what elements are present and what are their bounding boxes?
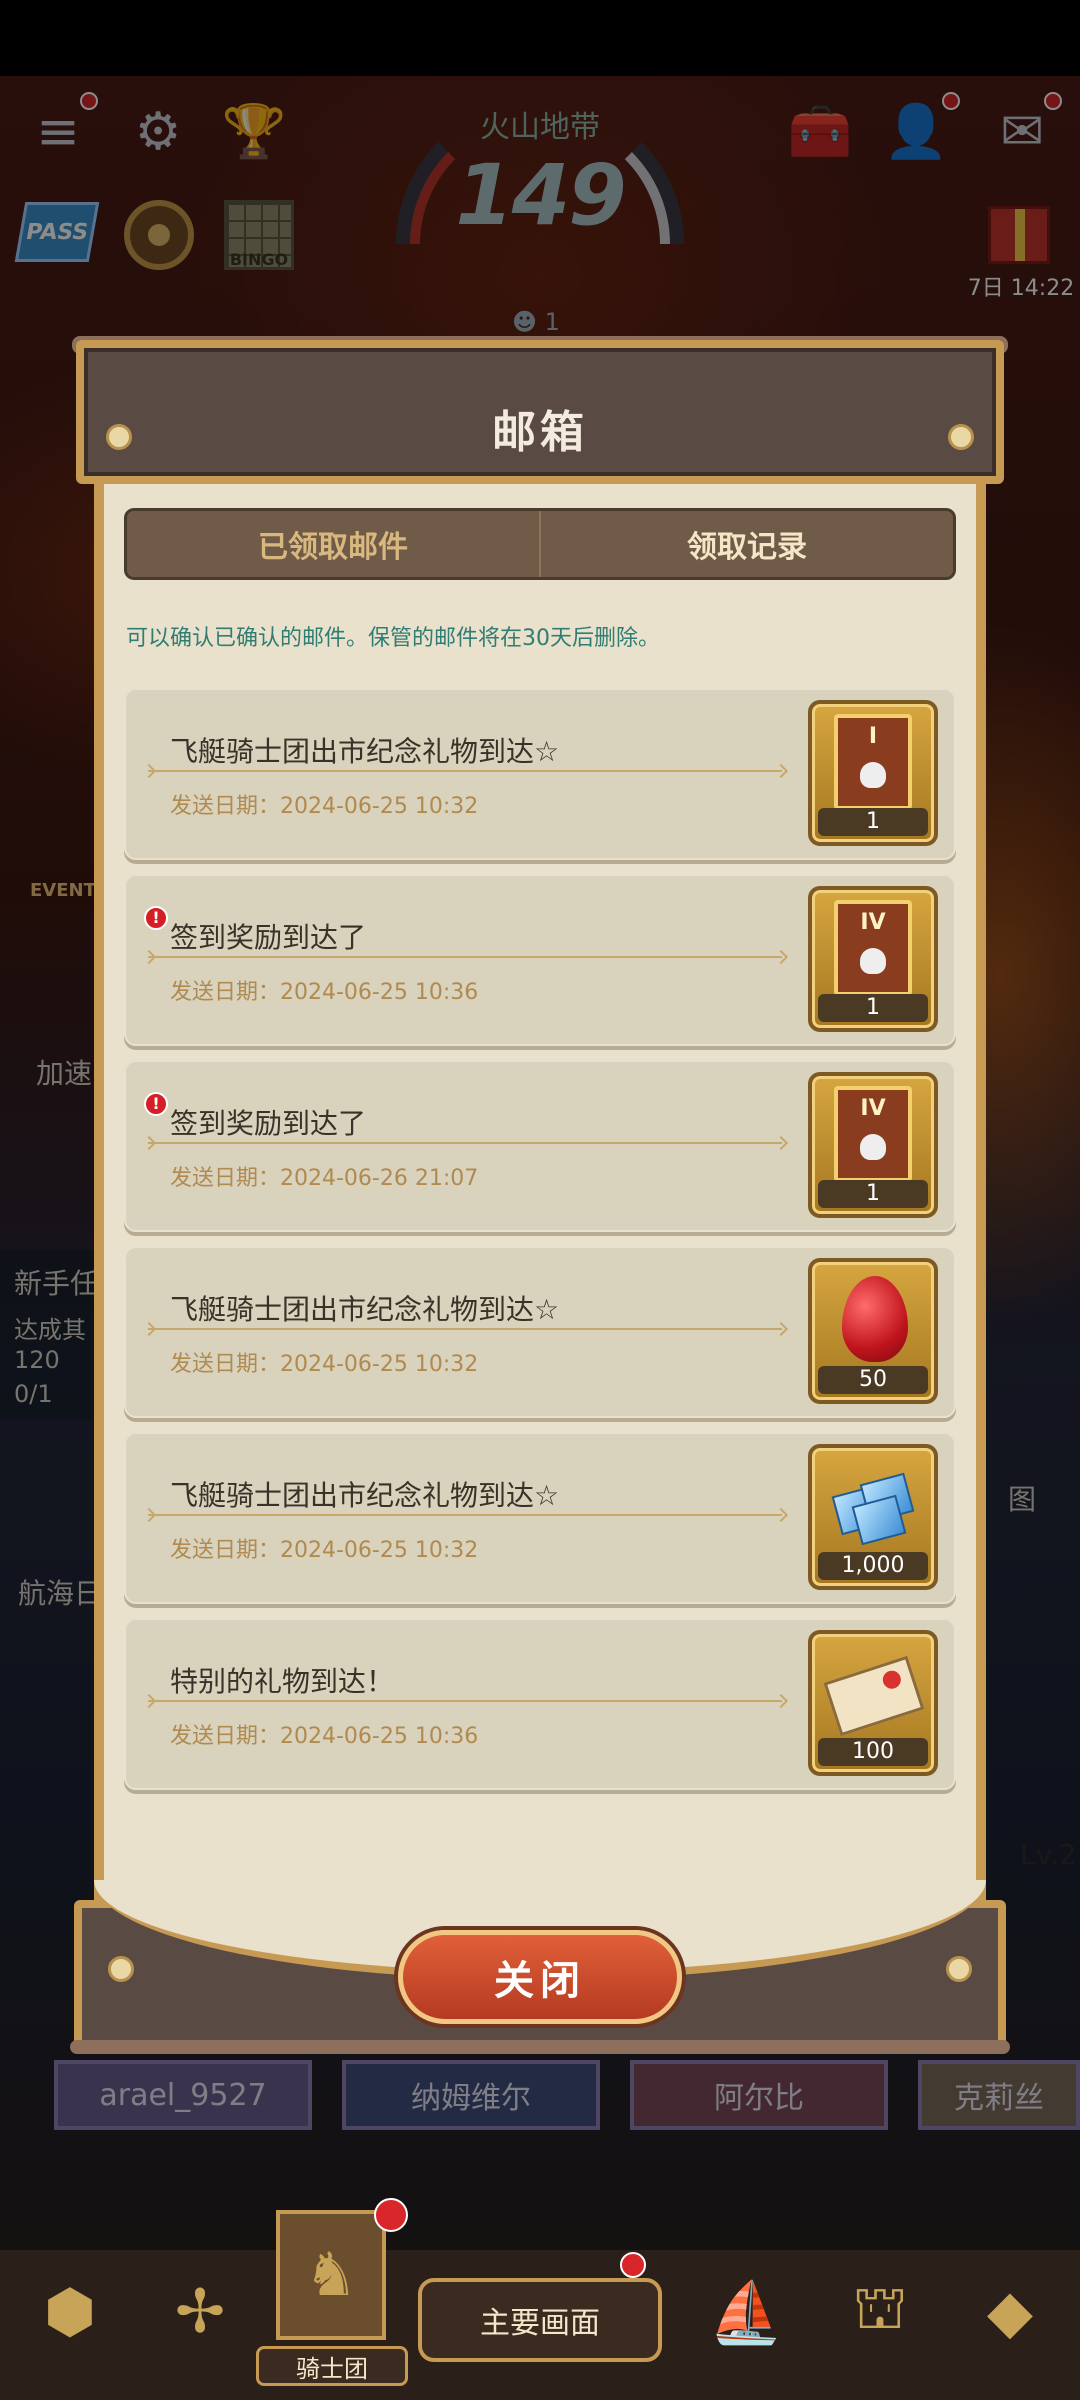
divider bbox=[148, 1142, 782, 1144]
mail-date: 发送日期：2024-06-25 10:32 bbox=[170, 1352, 479, 1377]
card-tier: I bbox=[868, 724, 878, 749]
reward-count: 100 bbox=[818, 1738, 928, 1766]
close-button[interactable]: 关闭 bbox=[398, 1930, 682, 2024]
gate-nav-icon[interactable]: ⛫ bbox=[830, 2262, 930, 2362]
bolt-icon bbox=[946, 1956, 972, 1982]
ticket-icon bbox=[823, 1655, 925, 1737]
divider bbox=[148, 1514, 782, 1516]
reward-slot[interactable]: IV 1 bbox=[808, 886, 938, 1032]
mail-subject: 飞艇骑士团出市纪念礼物到达☆ bbox=[170, 735, 560, 768]
mail-notice: 可以确认已确认的邮件。保管的邮件将在30天后删除。 bbox=[126, 626, 660, 651]
mail-item[interactable]: 飞艇骑士团出市纪念礼物到达☆ 发送日期：2024-06-25 10:32 1,0… bbox=[124, 1432, 956, 1604]
shield-nav-icon[interactable]: ⬢ bbox=[20, 2262, 120, 2362]
diamond-icon bbox=[831, 1470, 915, 1546]
knight-nav-icon[interactable]: ♞ bbox=[276, 2210, 386, 2340]
divider bbox=[148, 1328, 782, 1330]
ship-nav-icon[interactable]: ⛵ bbox=[696, 2262, 796, 2362]
propeller-nav-icon[interactable]: ✢ bbox=[150, 2262, 250, 2362]
card-tier-4-icon: IV bbox=[834, 900, 912, 996]
tab-received-mail[interactable]: 已领取邮件 bbox=[127, 511, 539, 577]
mail-date: 发送日期：2024-06-25 10:32 bbox=[170, 1538, 479, 1563]
mail-header: 邮箱 bbox=[76, 340, 1004, 484]
card-tier-4-icon: IV bbox=[834, 1086, 912, 1182]
reward-slot[interactable]: I 1 bbox=[808, 700, 938, 846]
mail-date: 发送日期：2024-06-25 10:36 bbox=[170, 980, 479, 1005]
divider bbox=[148, 1700, 782, 1702]
mail-item[interactable]: 飞艇骑士团出市纪念礼物到达☆ 发送日期：2024-06-25 10:32 50 bbox=[124, 1246, 956, 1418]
main-screen-button[interactable]: 主要画面 bbox=[418, 2278, 662, 2362]
unread-alert-icon: ! bbox=[144, 906, 168, 930]
divider bbox=[148, 770, 782, 772]
mail-item[interactable]: 特别的礼物到达！ 发送日期：2024-06-25 10:36 100 bbox=[124, 1618, 956, 1790]
reward-count: 50 bbox=[818, 1366, 928, 1394]
mail-subject: 特别的礼物到达！ bbox=[170, 1665, 395, 1698]
bolt-icon bbox=[108, 1956, 134, 1982]
mail-item[interactable]: ! 签到奖励到达了 发送日期：2024-06-25 10:36 IV 1 bbox=[124, 874, 956, 1046]
tab-claim-history[interactable]: 领取记录 bbox=[539, 511, 953, 577]
mail-date: 发送日期：2024-06-25 10:32 bbox=[170, 794, 479, 819]
reward-slot[interactable]: IV 1 bbox=[808, 1072, 938, 1218]
mail-subject: 飞艇骑士团出市纪念礼物到达☆ bbox=[170, 1293, 560, 1326]
card-tier: IV bbox=[860, 910, 886, 935]
reward-count: 1,000 bbox=[818, 1552, 928, 1580]
reward-slot[interactable]: 1,000 bbox=[808, 1444, 938, 1590]
knight-label[interactable]: 骑士团 bbox=[256, 2346, 408, 2386]
unread-alert-icon: ! bbox=[144, 1092, 168, 1116]
divider bbox=[148, 956, 782, 958]
mail-subject: 签到奖励到达了 bbox=[170, 921, 367, 954]
reward-slot[interactable]: 50 bbox=[808, 1258, 938, 1404]
mail-subject: 飞艇骑士团出市纪念礼物到达☆ bbox=[170, 1479, 560, 1512]
reward-count: 1 bbox=[818, 808, 928, 836]
modal-bottom-rail bbox=[70, 2040, 1010, 2054]
ruby-icon bbox=[842, 1276, 908, 1362]
reward-slot[interactable]: 100 bbox=[808, 1630, 938, 1776]
card-tier: IV bbox=[860, 1096, 886, 1121]
card-tier-1-icon: I bbox=[834, 714, 912, 810]
mail-item[interactable]: ! 签到奖励到达了 发送日期：2024-06-26 21:07 IV 1 bbox=[124, 1060, 956, 1232]
status-bar bbox=[0, 0, 1080, 76]
notification-dot bbox=[620, 2252, 646, 2278]
reward-count: 1 bbox=[818, 994, 928, 1022]
mail-subject: 签到奖励到达了 bbox=[170, 1107, 367, 1140]
mail-date: 发送日期：2024-06-26 21:07 bbox=[170, 1166, 479, 1191]
mail-tabs: 已领取邮件 领取记录 bbox=[124, 508, 956, 580]
reward-count: 1 bbox=[818, 1180, 928, 1208]
modal-title: 邮箱 bbox=[492, 407, 588, 458]
gem-nav-icon[interactable]: ◆ bbox=[960, 2262, 1060, 2362]
notification-dot bbox=[374, 2198, 408, 2232]
mail-date: 发送日期：2024-06-25 10:36 bbox=[170, 1724, 479, 1749]
mail-item[interactable]: 飞艇骑士团出市纪念礼物到达☆ 发送日期：2024-06-25 10:32 I 1 bbox=[124, 688, 956, 860]
